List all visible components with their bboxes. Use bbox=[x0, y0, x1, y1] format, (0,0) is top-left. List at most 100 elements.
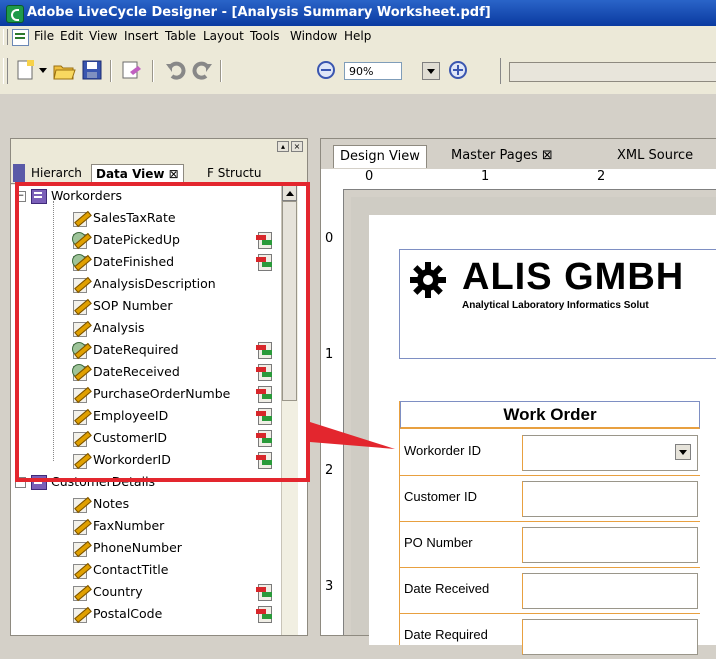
tree-field[interactable]: PostalCode bbox=[11, 603, 251, 625]
tab-xml-source[interactable]: XML Source bbox=[617, 145, 693, 167]
tree-field[interactable]: Country bbox=[11, 581, 251, 603]
form-row-date-required: Date Required bbox=[400, 613, 700, 659]
text-field-icon bbox=[71, 584, 92, 602]
field-label: Workorder ID bbox=[404, 443, 482, 458]
form-title: Work Order bbox=[400, 401, 700, 429]
menu-help[interactable]: Help bbox=[344, 29, 371, 43]
zoom-in-icon[interactable] bbox=[446, 58, 470, 82]
menu-edit[interactable]: Edit bbox=[60, 29, 83, 43]
design-area: Design View Master Pages ⊠ XML Source 0 … bbox=[320, 138, 716, 655]
tab-grip bbox=[13, 164, 25, 182]
text-field-icon bbox=[71, 540, 92, 558]
tab-master-pages[interactable]: Master Pages ⊠ bbox=[451, 145, 553, 167]
ruler-label: 2 bbox=[597, 169, 606, 184]
toolbar-separator bbox=[152, 60, 154, 82]
tab-hierarchy[interactable]: Hierarch bbox=[31, 164, 91, 182]
tree-field-label: Country bbox=[93, 584, 143, 599]
vertical-ruler: 0 1 2 3 bbox=[321, 189, 344, 635]
gear-logo-icon bbox=[410, 262, 446, 298]
tree-field-label: PhoneNumber bbox=[93, 540, 182, 555]
tab-master-pages-label: Master Pages bbox=[451, 148, 538, 163]
horizontal-ruler: 0 1 2 bbox=[321, 169, 716, 190]
toolbar: 90% bbox=[0, 48, 716, 95]
workspace-background bbox=[0, 94, 716, 132]
panel-close-button[interactable]: × bbox=[291, 141, 303, 152]
text-field-icon bbox=[71, 606, 92, 624]
open-folder-icon[interactable] bbox=[52, 58, 76, 82]
ruler-label: 1 bbox=[481, 169, 490, 184]
new-document-icon[interactable] bbox=[14, 58, 38, 82]
field-label: Customer ID bbox=[404, 489, 477, 504]
tree-field[interactable]: ContactTitle bbox=[11, 559, 251, 581]
customer-id-field[interactable] bbox=[522, 481, 698, 517]
highlight-box bbox=[15, 182, 310, 482]
date-received-field[interactable] bbox=[522, 573, 698, 609]
menu-tools[interactable]: Tools bbox=[250, 29, 280, 43]
title-bar: Adobe LiveCycle Designer - [Analysis Sum… bbox=[0, 0, 716, 26]
menu-window[interactable]: Window bbox=[290, 29, 337, 43]
date-required-field[interactable] bbox=[522, 619, 698, 655]
toolbar-separator bbox=[220, 60, 222, 82]
ruler-label: 3 bbox=[325, 579, 334, 594]
zoom-combobox[interactable]: 90% bbox=[344, 62, 402, 80]
tree-field-label: ContactTitle bbox=[93, 562, 169, 577]
form-row-workorder-id: Workorder ID bbox=[400, 429, 700, 476]
menu-view[interactable]: View bbox=[89, 29, 117, 43]
tree-field-label: PostalCode bbox=[93, 606, 163, 621]
toolbar-field[interactable] bbox=[509, 62, 716, 82]
menu-file[interactable]: File bbox=[34, 29, 54, 43]
tab-design-view[interactable]: Design View bbox=[333, 145, 427, 168]
preview-icon[interactable] bbox=[120, 58, 144, 82]
text-field-icon bbox=[71, 562, 92, 580]
form-row-date-received: Date Received bbox=[400, 567, 700, 614]
redo-icon[interactable] bbox=[190, 58, 214, 82]
window-title: Adobe LiveCycle Designer - [Analysis Sum… bbox=[27, 5, 491, 20]
po-number-field[interactable] bbox=[522, 527, 698, 563]
binding-icon bbox=[256, 583, 274, 601]
close-icon[interactable]: ⊠ bbox=[542, 148, 553, 163]
zoom-out-icon[interactable] bbox=[314, 58, 338, 82]
form-row-customer-id: Customer ID bbox=[400, 475, 700, 522]
field-label: PO Number bbox=[404, 535, 473, 550]
panel-header: ▴ × bbox=[11, 139, 307, 155]
toolbar-grip[interactable] bbox=[3, 58, 8, 84]
tree-field[interactable]: PhoneNumber bbox=[11, 537, 251, 559]
zoom-dropdown-button[interactable] bbox=[422, 62, 440, 80]
tree-field[interactable]: FaxNumber bbox=[11, 515, 251, 537]
app-icon bbox=[6, 5, 24, 23]
ruler-label: 0 bbox=[365, 169, 374, 184]
panel-tabs: Hierarch Data View ⊠ F Structu bbox=[11, 161, 307, 184]
work-order-form: Work Order Workorder ID Customer ID PO N… bbox=[399, 401, 700, 655]
logo-name: ALIS GMBH bbox=[462, 256, 685, 298]
menu-bar: File Edit View Insert Table Layout Tools… bbox=[0, 26, 716, 49]
secondary-toolbar bbox=[500, 58, 716, 84]
save-icon[interactable] bbox=[80, 58, 104, 82]
toolbar-grip[interactable] bbox=[3, 29, 8, 45]
field-label: Date Required bbox=[404, 627, 488, 642]
ruler-label: 0 bbox=[325, 231, 334, 246]
form-row-po-number: PO Number bbox=[400, 521, 700, 568]
undo-icon[interactable] bbox=[164, 58, 188, 82]
logo-tagline: Analytical Laboratory Informatics Solut bbox=[462, 300, 649, 311]
tab-form-structure[interactable]: F Structu bbox=[207, 164, 277, 182]
tree-field-label: FaxNumber bbox=[93, 518, 165, 533]
tab-data-view[interactable]: Data View ⊠ bbox=[91, 164, 184, 183]
toolbar-separator bbox=[110, 60, 112, 82]
panel-menu-button[interactable]: ▴ bbox=[277, 141, 289, 152]
dropdown-button[interactable] bbox=[675, 444, 691, 460]
field-label: Date Received bbox=[404, 581, 490, 596]
tree-field-label: Notes bbox=[93, 496, 130, 511]
menu-insert[interactable]: Insert bbox=[124, 29, 158, 43]
ruler-label: 2 bbox=[325, 463, 334, 478]
document-icon[interactable] bbox=[12, 29, 29, 46]
binding-icon bbox=[256, 605, 274, 623]
logo-block[interactable]: ALIS GMBH Analytical Laboratory Informat… bbox=[399, 249, 716, 359]
text-field-icon bbox=[71, 496, 92, 514]
chevron-down-icon[interactable] bbox=[38, 58, 48, 82]
menu-table[interactable]: Table bbox=[165, 29, 196, 43]
form-page: ALIS GMBH Analytical Laboratory Informat… bbox=[369, 215, 716, 655]
tree-field[interactable]: Notes bbox=[11, 493, 251, 515]
workorder-id-dropdown[interactable] bbox=[522, 435, 698, 471]
menu-layout[interactable]: Layout bbox=[203, 29, 244, 43]
close-icon[interactable]: ⊠ bbox=[169, 167, 179, 181]
